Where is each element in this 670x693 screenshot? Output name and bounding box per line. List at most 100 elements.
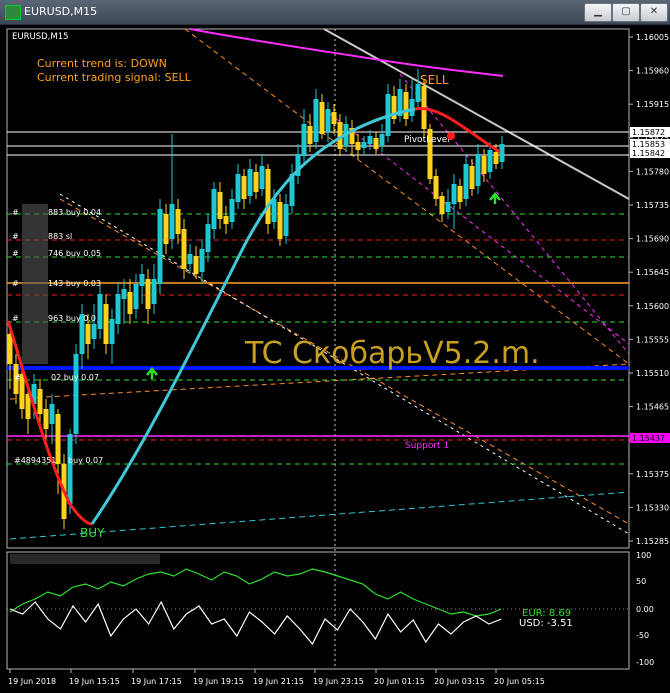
indicator-title-blurred bbox=[10, 554, 160, 564]
indicator-scale-label: 50 bbox=[636, 577, 646, 586]
price-tag: 1.15842 bbox=[632, 149, 665, 158]
candle-body bbox=[463, 164, 469, 199]
price-label: 1.15735 bbox=[636, 201, 669, 210]
candle-body bbox=[283, 204, 289, 236]
title-bar: EURUSD,M15 ▁ ▢ ✕ bbox=[0, 0, 670, 25]
usd-strength-line bbox=[9, 600, 502, 646]
candle-body bbox=[457, 186, 463, 202]
entry-marker-icon bbox=[447, 132, 455, 140]
chart-window: EURUSD,M15 ▁ ▢ ✕ 1.16005 1.15960 1.15915… bbox=[0, 0, 670, 693]
price-label: 1.15645 bbox=[636, 268, 669, 277]
price-label: 1.15915 bbox=[636, 100, 669, 109]
candle-body bbox=[355, 142, 361, 150]
price-label: 1.15690 bbox=[636, 235, 669, 244]
magenta-moving-average bbox=[189, 28, 504, 77]
candle-body bbox=[157, 209, 163, 284]
candle-body bbox=[187, 254, 193, 264]
candle-body bbox=[7, 334, 13, 364]
buy-arrow-icon bbox=[146, 367, 158, 379]
time-label: 19 Jun 23:15 bbox=[313, 677, 364, 686]
candle-body bbox=[103, 304, 109, 344]
price-label: 1.15465 bbox=[636, 403, 669, 412]
time-label: 20 Jun 05:15 bbox=[494, 677, 545, 686]
trend-text: Current trend is: DOWN bbox=[37, 57, 167, 70]
price-label: 1.15510 bbox=[636, 369, 669, 378]
time-axis: 19 Jun 2018 19 Jun 15:15 19 Jun 17:15 19 Ju… bbox=[8, 669, 545, 686]
close-button[interactable]: ✕ bbox=[640, 3, 668, 22]
price-label: 1.15960 bbox=[636, 67, 669, 76]
candle-body bbox=[319, 102, 325, 134]
order-label: #4894351 bbox=[14, 456, 56, 465]
price-tag: 1.15437 bbox=[632, 434, 665, 443]
order-label: buy 0.07 bbox=[68, 456, 103, 465]
pivot-label: PivotLevel bbox=[404, 135, 450, 145]
candle-body bbox=[211, 189, 217, 229]
symbol-label: EURUSD,M15 bbox=[12, 32, 69, 42]
maximize-button[interactable]: ▢ bbox=[612, 3, 640, 22]
price-chart[interactable]: 1.160051.159601.159151.158251.157801.157… bbox=[0, 24, 670, 693]
candle-body bbox=[127, 292, 133, 314]
order-label-prefix: # bbox=[12, 314, 19, 323]
candle-body bbox=[433, 176, 439, 199]
order-label: 963 buy 0.0 bbox=[48, 314, 96, 323]
candle-body bbox=[199, 249, 205, 272]
blurred-region bbox=[22, 204, 48, 364]
indicator-scale-label: -100 bbox=[636, 658, 654, 667]
candle-body bbox=[145, 279, 151, 309]
buy-arrow-icon bbox=[489, 192, 501, 204]
sell-label: SELL bbox=[420, 73, 449, 87]
order-label-prefix: # bbox=[14, 373, 21, 382]
order-label-prefix: # bbox=[12, 208, 19, 217]
price-label: 1.15375 bbox=[636, 470, 669, 479]
price-label: 1.15285 bbox=[636, 537, 669, 546]
candle-body bbox=[259, 166, 265, 189]
candle-body bbox=[493, 152, 499, 164]
candle-body bbox=[325, 109, 331, 132]
time-label: 19 Jun 21:15 bbox=[253, 677, 304, 686]
window-title: EURUSD,M15 bbox=[24, 5, 98, 18]
price-label: 1.15600 bbox=[636, 302, 669, 311]
order-label: 883 buy 0.04 bbox=[48, 208, 101, 217]
watermark: TC СкобарьV5.2.m. bbox=[244, 336, 540, 371]
candle-body bbox=[367, 136, 373, 144]
candle-body bbox=[379, 134, 385, 146]
support-label: Support 1 bbox=[405, 441, 449, 451]
candle-body bbox=[163, 214, 169, 244]
minimize-button[interactable]: ▁ bbox=[584, 3, 612, 22]
candle-body bbox=[331, 112, 337, 124]
time-label: 20 Jun 01:15 bbox=[374, 677, 425, 686]
candle-body bbox=[469, 166, 475, 189]
candle-body bbox=[277, 202, 283, 239]
candle-body bbox=[439, 196, 445, 214]
time-label: 19 Jun 15:15 bbox=[69, 677, 120, 686]
candle-body bbox=[223, 216, 229, 224]
order-label-prefix: # bbox=[12, 232, 19, 241]
candle-body bbox=[481, 156, 487, 174]
candle-body bbox=[217, 192, 223, 219]
candle-body bbox=[67, 434, 73, 504]
candle-body bbox=[229, 199, 235, 222]
candle-body bbox=[115, 294, 121, 324]
candle-body bbox=[139, 274, 145, 286]
buy-label: BUY bbox=[80, 526, 105, 540]
candle-body bbox=[475, 154, 481, 186]
candle-body bbox=[307, 126, 313, 144]
indicator-scale-label: -50 bbox=[636, 631, 649, 640]
order-label: 746 buy 0.05 bbox=[48, 249, 101, 258]
candle-body bbox=[121, 289, 127, 299]
candle-body bbox=[499, 144, 505, 162]
candle-body bbox=[409, 99, 415, 116]
price-label: 1.15555 bbox=[636, 335, 669, 344]
indicator-scale: 100 50 0.00 -50 -100 bbox=[636, 551, 654, 667]
candle-body bbox=[109, 319, 115, 344]
candle-body bbox=[175, 209, 181, 234]
candle-body bbox=[247, 169, 253, 196]
candle-body bbox=[235, 174, 241, 202]
candle-body bbox=[265, 169, 271, 224]
order-label: 883 sl bbox=[48, 232, 72, 241]
price-tag: 1.15872 bbox=[632, 128, 665, 137]
candle-body bbox=[151, 279, 157, 304]
usd-value: USD: -3.51 bbox=[519, 618, 573, 629]
candle-body bbox=[43, 409, 49, 429]
chart-window-icon bbox=[5, 5, 21, 20]
